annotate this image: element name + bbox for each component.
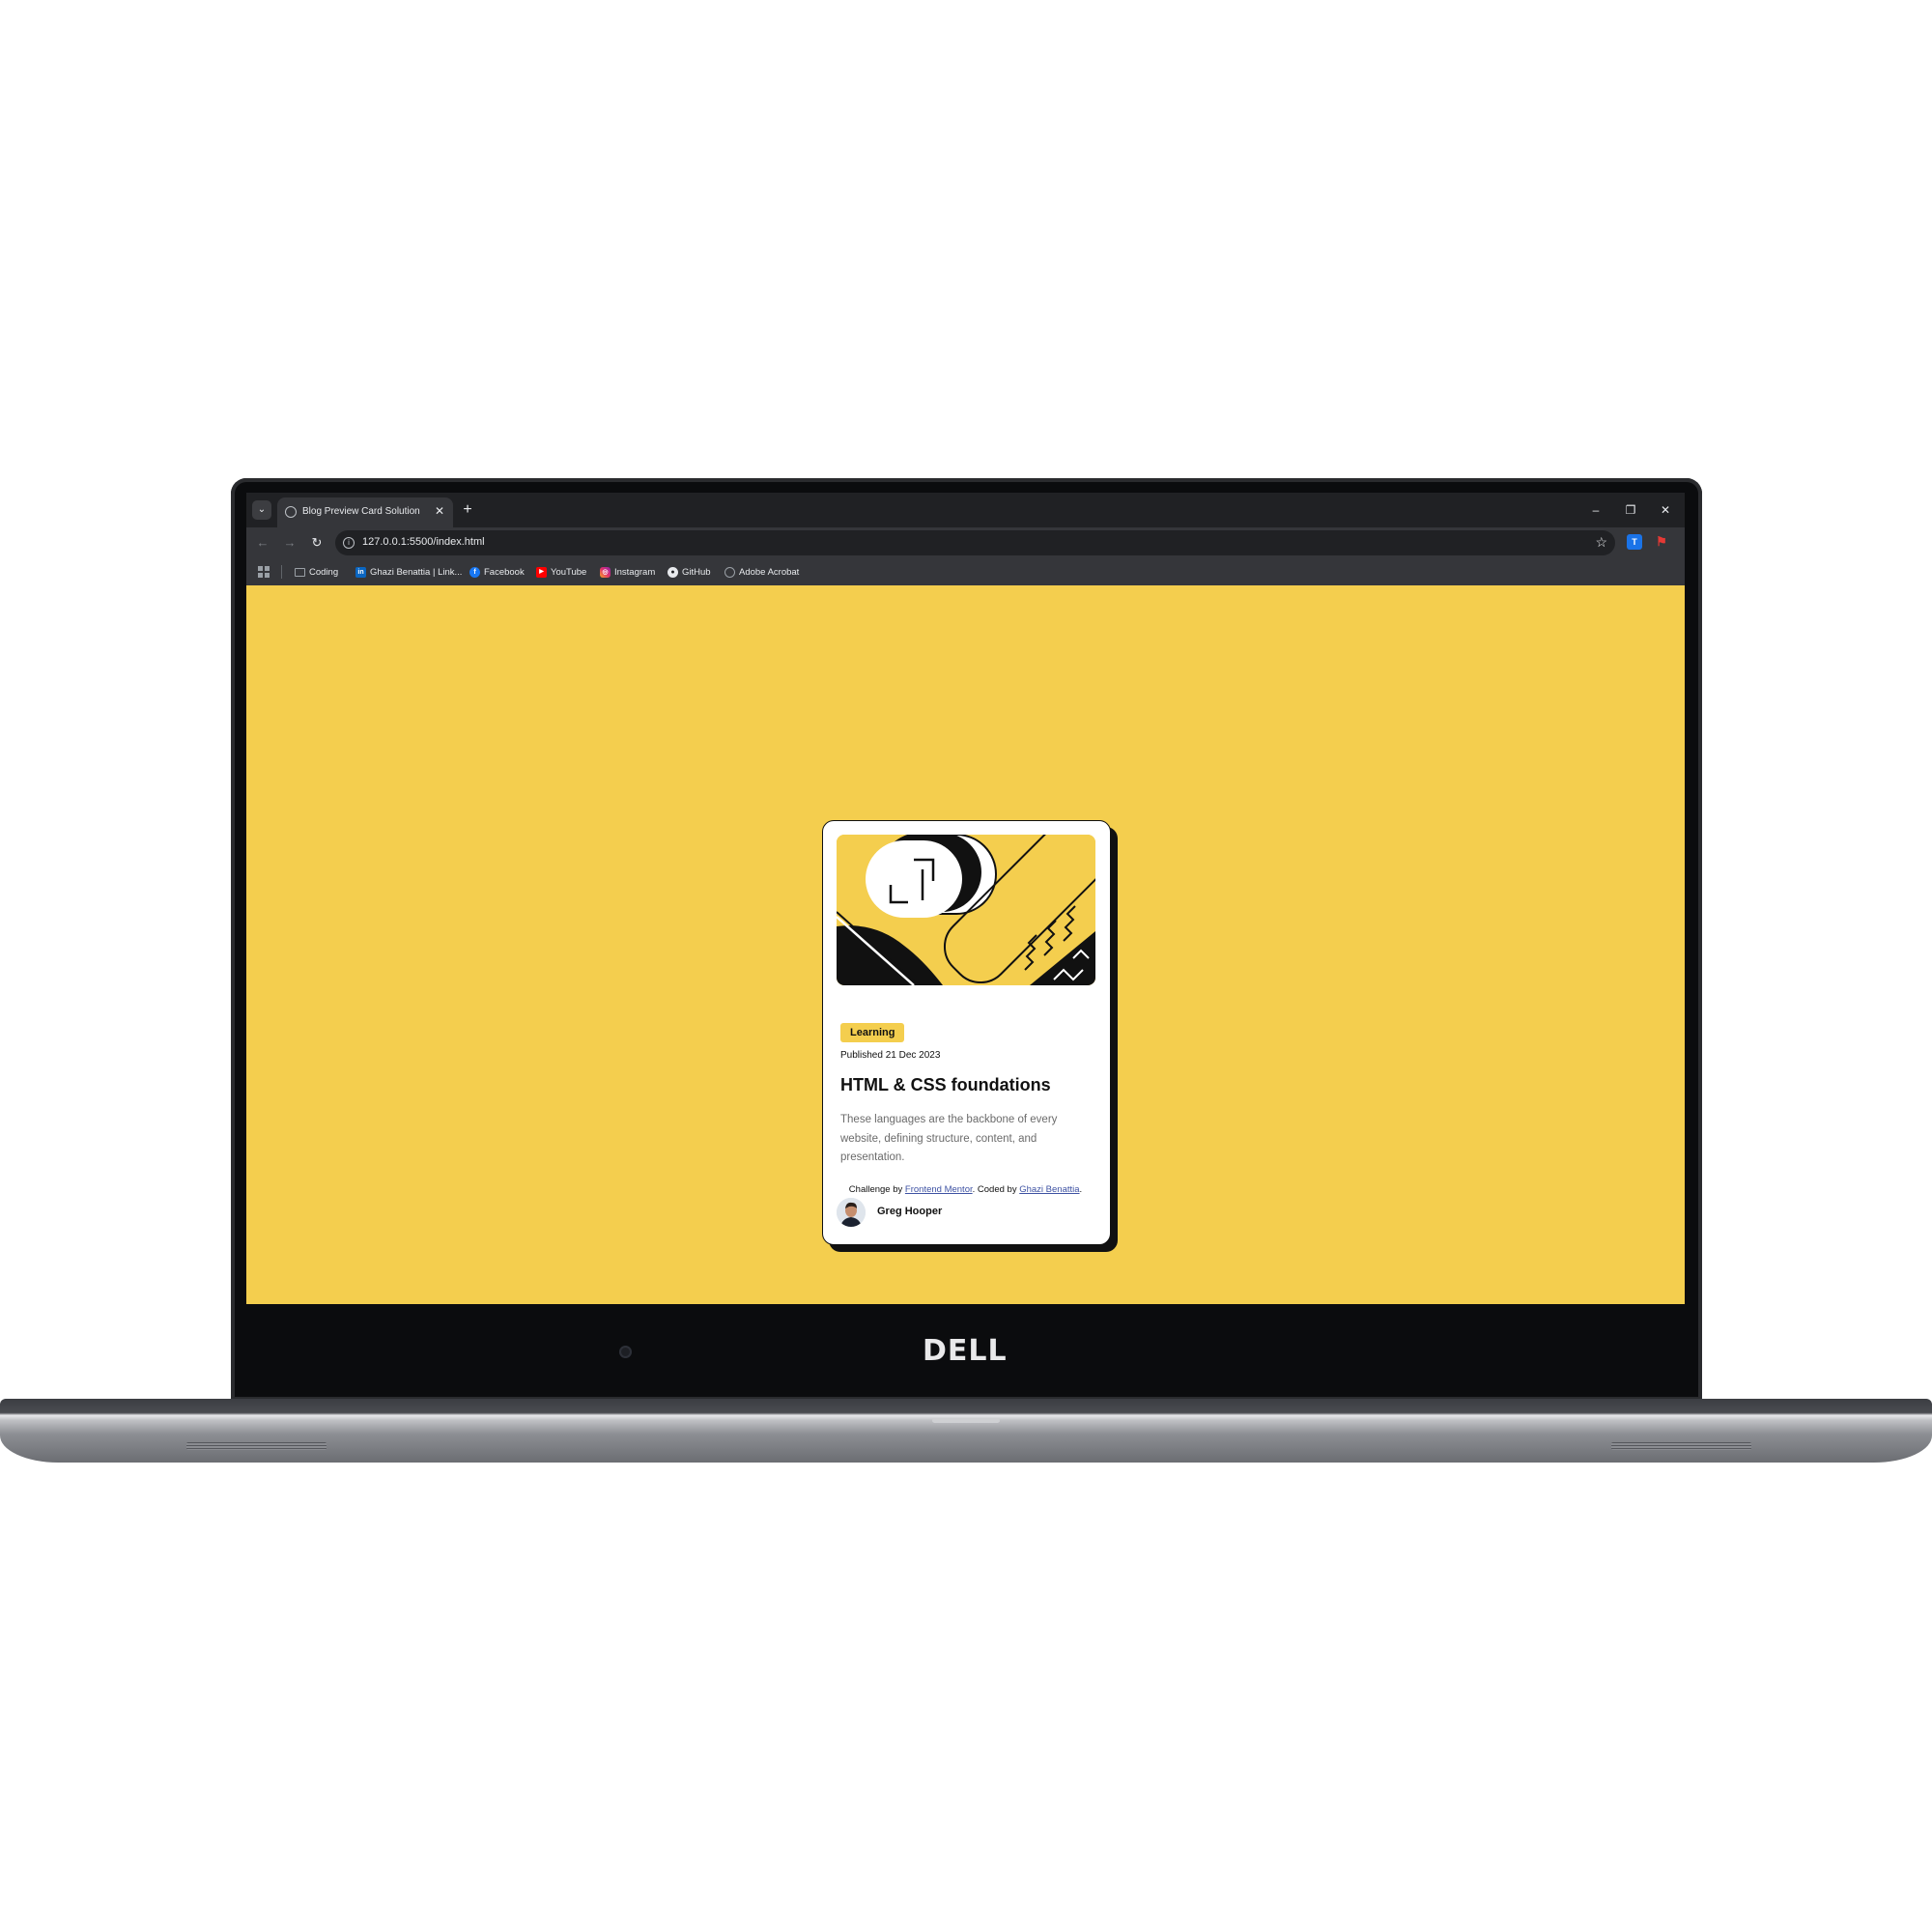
card-title[interactable]: HTML & CSS foundations (840, 1075, 1051, 1095)
attribution-suffix: . (1079, 1184, 1083, 1195)
chevron-down-icon: ⌄ (257, 504, 267, 515)
github-icon: ● (668, 566, 678, 578)
author-avatar-image (837, 1198, 866, 1227)
globe-icon (724, 566, 735, 578)
apps-grid-icon[interactable] (258, 566, 270, 578)
abstract-illustration-image (837, 835, 1095, 985)
frontend-mentor-link[interactable]: Frontend Mentor (905, 1184, 973, 1195)
attribution-middle: . Coded by (972, 1184, 1020, 1195)
back-arrow-icon[interactable]: ← (254, 534, 271, 552)
globe-icon (285, 506, 297, 518)
author-name: Greg Hooper (877, 1206, 943, 1217)
avatar (837, 1198, 866, 1227)
window-close-button[interactable]: ✕ (1656, 501, 1675, 519)
bookmark-label: YouTube (551, 566, 587, 578)
card-illustration (837, 835, 1095, 985)
category-tag: Learning (840, 1023, 905, 1042)
bookmark-label: GitHub (682, 566, 711, 578)
extension-icon[interactable]: T (1627, 534, 1642, 550)
browser-chrome: ⌄ Blog Preview Card Solution ✕ + – ❐ ✕ ←… (246, 493, 1685, 585)
published-date: Published 21 Dec 2023 (840, 1050, 941, 1061)
linkedin-icon: in (355, 566, 366, 578)
window-restore-button[interactable]: ❐ (1621, 501, 1640, 519)
attribution-prefix: Challenge by (848, 1184, 905, 1195)
bookmark-instagram[interactable]: ◎ Instagram (600, 564, 655, 580)
bookmarks-bar: Coding in Ghazi Benattia | Link... f Fac… (246, 558, 1685, 585)
author-profile-link[interactable]: Ghazi Benattia (1019, 1184, 1079, 1195)
reload-icon[interactable]: ↻ (308, 534, 326, 552)
laptop-base (0, 1399, 1932, 1463)
bookmark-label: Instagram (614, 566, 656, 578)
tab-title: Blog Preview Card Solution (302, 506, 420, 517)
address-bar[interactable]: i 127.0.0.1:5500/index.html ☆ (335, 530, 1615, 555)
bookmark-label: Ghazi Benattia | Link... (370, 566, 463, 578)
tab-close-button[interactable]: ✕ (432, 503, 447, 519)
attribution-footer: Challenge by Frontend Mentor. Coded by G… (246, 1184, 1685, 1195)
page-viewport: Learning Published 21 Dec 2023 HTML & CS… (246, 585, 1685, 1304)
bookmark-label: Facebook (484, 566, 525, 578)
address-url[interactable]: 127.0.0.1:5500/index.html (362, 536, 485, 548)
browser-toolbar: ← → ↻ i 127.0.0.1:5500/index.html ☆ T ⚑ (246, 527, 1685, 558)
tab-strip: ⌄ Blog Preview Card Solution ✕ + – ❐ ✕ (246, 493, 1685, 527)
tab-search-button[interactable]: ⌄ (252, 500, 271, 520)
bookmark-facebook[interactable]: f Facebook (469, 564, 525, 580)
bookmark-github[interactable]: ● GitHub (668, 564, 711, 580)
bookmark-adobe-acrobat[interactable]: Adobe Acrobat (724, 564, 799, 580)
acrobat-extension-icon[interactable]: ⚑ (1654, 534, 1669, 550)
window-minimize-button[interactable]: – (1586, 501, 1605, 519)
bookmarks-separator (281, 565, 282, 579)
facebook-icon: f (469, 566, 480, 578)
card-description: These languages are the backbone of ever… (840, 1114, 1058, 1163)
instagram-icon: ◎ (600, 566, 611, 578)
bookmark-star-icon[interactable]: ☆ (1595, 534, 1607, 551)
bookmark-youtube[interactable]: ▶ YouTube (536, 564, 586, 580)
blog-preview-card: Learning Published 21 Dec 2023 HTML & CS… (822, 820, 1111, 1245)
youtube-icon: ▶ (536, 566, 547, 578)
laptop-base-notch (932, 1418, 1000, 1423)
new-tab-button[interactable]: + (459, 501, 476, 519)
left-speaker-grille (186, 1442, 327, 1450)
puzzle-extensions-icon[interactable] (1680, 534, 1685, 550)
webcam (619, 1346, 632, 1358)
dell-logo: DELL (923, 1334, 1008, 1368)
folder-icon (295, 567, 305, 577)
bookmark-label: Coding (309, 566, 339, 578)
right-speaker-grille (1611, 1442, 1751, 1450)
site-info-icon[interactable]: i (343, 537, 355, 549)
forward-arrow-icon[interactable]: → (281, 534, 298, 552)
bookmark-linkedin[interactable]: in Ghazi Benattia | Link... (355, 564, 462, 580)
laptop-screen: ⌄ Blog Preview Card Solution ✕ + – ❐ ✕ ←… (246, 493, 1685, 1304)
bookmark-label: Adobe Acrobat (739, 566, 800, 578)
active-tab[interactable]: Blog Preview Card Solution ✕ (277, 497, 453, 527)
bookmark-coding[interactable]: Coding (295, 564, 338, 580)
